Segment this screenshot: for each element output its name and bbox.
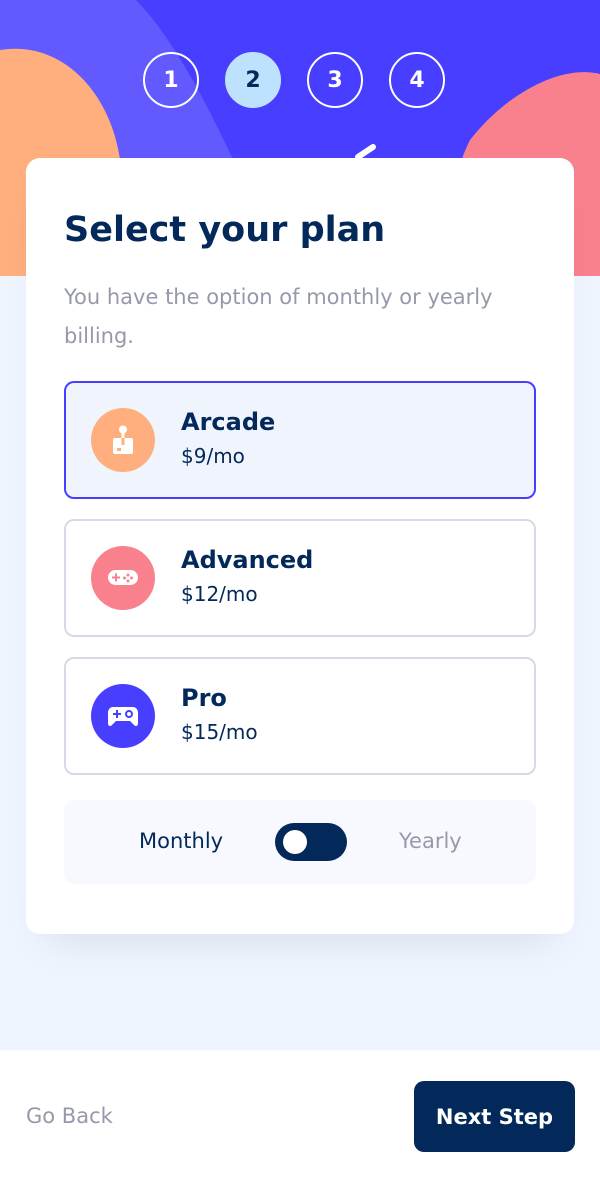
step-2: 2 xyxy=(225,52,281,108)
toggle-knob xyxy=(283,830,307,854)
plan-option-arcade[interactable]: Arcade $9/mo xyxy=(64,381,536,499)
step-1: 1 xyxy=(143,52,199,108)
plan-price: $15/mo xyxy=(181,720,258,744)
plan-name: Arcade xyxy=(181,408,276,436)
go-back-button[interactable]: Go Back xyxy=(26,1104,113,1128)
gamepad-icon xyxy=(91,546,155,610)
plan-price: $12/mo xyxy=(181,582,258,606)
page-title: Select your plan xyxy=(64,210,386,250)
plan-option-pro[interactable]: Pro $15/mo xyxy=(64,657,536,775)
step-4: 4 xyxy=(389,52,445,108)
plan-option-advanced[interactable]: Advanced $12/mo xyxy=(64,519,536,637)
step-3: 3 xyxy=(307,52,363,108)
step-indicator: 1 2 3 4 xyxy=(143,52,445,108)
plan-name: Pro xyxy=(181,684,227,712)
page-description: You have the option of monthly or yearly… xyxy=(64,285,493,348)
footer-bar: Go Back Next Step xyxy=(0,1050,600,1184)
arcade-icon xyxy=(91,408,155,472)
plan-list: Arcade $9/mo Advanced $12/mo Pro $15/mo xyxy=(64,381,536,795)
billing-toggle-row: Monthly Yearly xyxy=(64,800,536,884)
plan-name: Advanced xyxy=(181,546,314,574)
controller-icon xyxy=(91,684,155,748)
billing-toggle[interactable] xyxy=(275,823,347,861)
yearly-label[interactable]: Yearly xyxy=(399,829,462,853)
plan-price: $9/mo xyxy=(181,444,245,468)
monthly-label[interactable]: Monthly xyxy=(139,829,223,853)
next-step-button[interactable]: Next Step xyxy=(414,1081,575,1152)
plan-card: Select your plan You have the option of … xyxy=(26,158,574,934)
